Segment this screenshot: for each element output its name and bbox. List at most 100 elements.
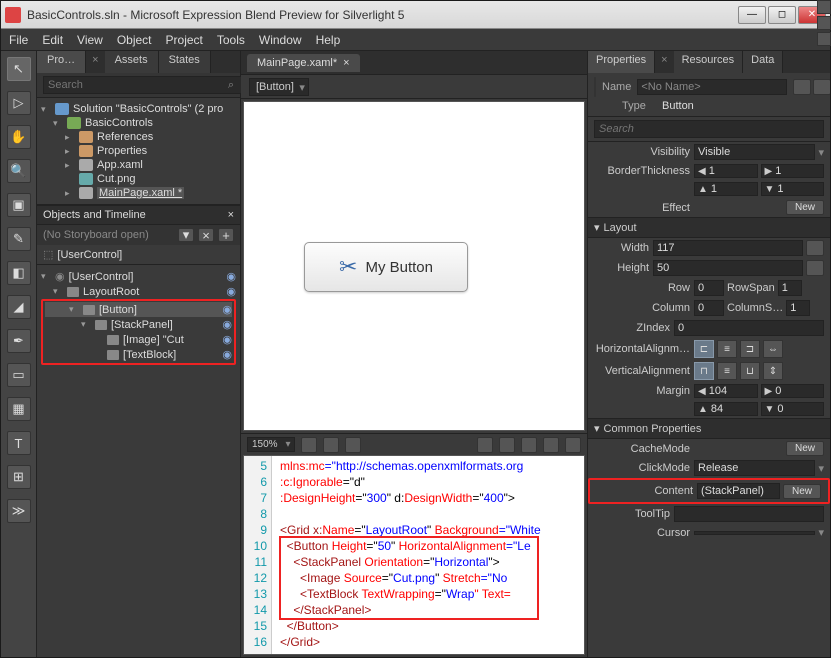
menu-project[interactable]: Project [166,33,203,47]
margin-right-input[interactable]: ▶0 [761,384,825,398]
name-input[interactable] [637,79,787,95]
tab-properties[interactable]: Properties [588,51,655,73]
margin-top-input[interactable]: ▲84 [694,402,758,416]
tool-gradient[interactable]: ◢ [7,295,31,319]
eye-icon[interactable]: ◉ [226,270,236,283]
zoom-tool-icon[interactable] [477,437,493,453]
properties-node[interactable]: Properties [97,145,147,157]
menu-file[interactable]: File [9,33,28,47]
tool-zoom[interactable]: 🔍 [7,159,31,183]
halign-center[interactable]: ≡ [717,340,737,358]
tool-control[interactable]: ⊞ [7,465,31,489]
valign-top[interactable]: ⊓ [694,362,714,380]
content-new-button[interactable]: New [783,484,821,499]
cachemode-new-button[interactable]: New [786,441,824,456]
eye-icon[interactable]: ◉ [222,318,232,331]
obj-image[interactable]: [Image] "Cut [123,334,184,346]
border-right-input[interactable]: ▶1 [761,164,825,178]
menu-tools[interactable]: Tools [217,33,245,47]
layout-category[interactable]: Layout [604,222,637,234]
project-node[interactable]: BasicControls [85,117,153,129]
valign-stretch[interactable]: ⇕ [763,362,783,380]
tool-brush[interactable]: ✎ [7,227,31,251]
app-xaml-node[interactable]: App.xaml [97,159,143,171]
tab-resources[interactable]: Resources [674,51,744,73]
solution-node[interactable]: Solution "BasicControls" (2 pro [73,103,223,115]
preview-button[interactable]: ✂ My Button [304,242,468,292]
object-selector[interactable]: [Button] [249,78,309,96]
menu-help[interactable]: Help [316,33,341,47]
storyboard-close[interactable]: × [198,228,214,242]
obj-usercontrol[interactable]: [UserControl] [69,271,134,283]
zindex-input[interactable] [674,320,824,336]
height-auto-icon[interactable] [806,260,824,276]
eye-icon[interactable]: ◉ [222,303,232,316]
border-left-input[interactable]: ◀1 [694,164,758,178]
margin-bottom-input[interactable]: ▼0 [761,402,825,416]
rowspan-input[interactable] [778,280,802,296]
timeline-close-icon[interactable]: × [228,209,234,221]
references-node[interactable]: References [97,131,153,143]
clickmode-select[interactable]: Release [694,460,815,476]
tool-layout[interactable]: ▦ [7,397,31,421]
tool-direct-select[interactable]: ▷ [7,91,31,115]
tab-data[interactable]: Data [743,51,783,73]
doc-tab-close-icon[interactable]: × [343,57,349,69]
project-search-input[interactable] [43,76,244,94]
eye-icon[interactable]: ◉ [226,285,236,298]
obj-layoutroot[interactable]: LayoutRoot [83,286,139,298]
border-bottom-input[interactable]: ▼1 [761,182,825,196]
common-category[interactable]: Common Properties [604,423,702,435]
mainpage-xaml-node[interactable]: MainPage.xaml * [97,187,184,199]
column-input[interactable] [694,300,724,316]
obj-stackpanel[interactable]: [StackPanel] [111,319,173,331]
menu-object[interactable]: Object [117,33,152,47]
events-view-icon[interactable] [813,79,830,95]
obj-textblock[interactable]: [TextBlock] [123,349,176,361]
minimize-button[interactable]: — [738,6,766,24]
tool-paint[interactable]: ◧ [7,261,31,285]
zoom-tool-icon[interactable] [499,437,515,453]
props-view-icon[interactable] [793,79,811,95]
cursor-select[interactable] [694,531,815,535]
content-value[interactable]: (StackPanel) [697,483,780,499]
tab-projects-close[interactable]: × [86,51,104,73]
row-input[interactable] [694,280,724,296]
width-auto-icon[interactable] [806,240,824,256]
menu-edit[interactable]: Edit [42,33,63,47]
zoom-selector[interactable]: 150% [247,437,295,452]
visibility-select[interactable]: Visible [694,144,815,160]
zoom-tool-icon[interactable] [521,437,537,453]
tool-pen[interactable]: ✒ [7,329,31,353]
storyboard-add[interactable]: + [218,228,234,242]
menu-window[interactable]: Window [259,33,302,47]
tool-text[interactable]: T [7,431,31,455]
tool-asset[interactable]: ≫ [7,499,31,523]
obj-button[interactable]: [Button] [99,304,137,316]
tool-pan[interactable]: ✋ [7,125,31,149]
design-surface[interactable]: ✂ My Button [243,101,585,431]
margin-left-input[interactable]: ◀104 [694,384,758,398]
height-input[interactable] [653,260,803,276]
cut-png-node[interactable]: Cut.png [97,173,136,185]
tool-rectangle[interactable]: ▭ [7,363,31,387]
tab-properties-close[interactable]: × [655,51,673,73]
halign-stretch[interactable]: ⇔ [763,340,783,358]
property-search-input[interactable] [594,120,824,138]
valign-bottom[interactable]: ⊔ [740,362,760,380]
maximize-button[interactable]: ◻ [768,6,796,24]
zoom-tool-icon[interactable] [301,437,317,453]
zoom-tool-icon[interactable] [323,437,339,453]
zoom-tool-icon[interactable] [345,437,361,453]
tab-states[interactable]: States [159,51,211,73]
effect-new-button[interactable]: New [786,200,824,215]
colspan-input[interactable] [786,300,810,316]
border-top-input[interactable]: ▲1 [694,182,758,196]
storyboard-dropdown[interactable]: ▾ [178,228,194,242]
menu-view[interactable]: View [77,33,103,47]
tab-projects[interactable]: Pro… [37,51,86,73]
scope-usercontrol[interactable]: [UserControl] [57,249,122,261]
valign-center[interactable]: ≡ [717,362,737,380]
xaml-editor[interactable]: 5678910111213141516 mlns:mc="http://sche… [243,455,585,655]
tooltip-input[interactable] [674,506,824,522]
